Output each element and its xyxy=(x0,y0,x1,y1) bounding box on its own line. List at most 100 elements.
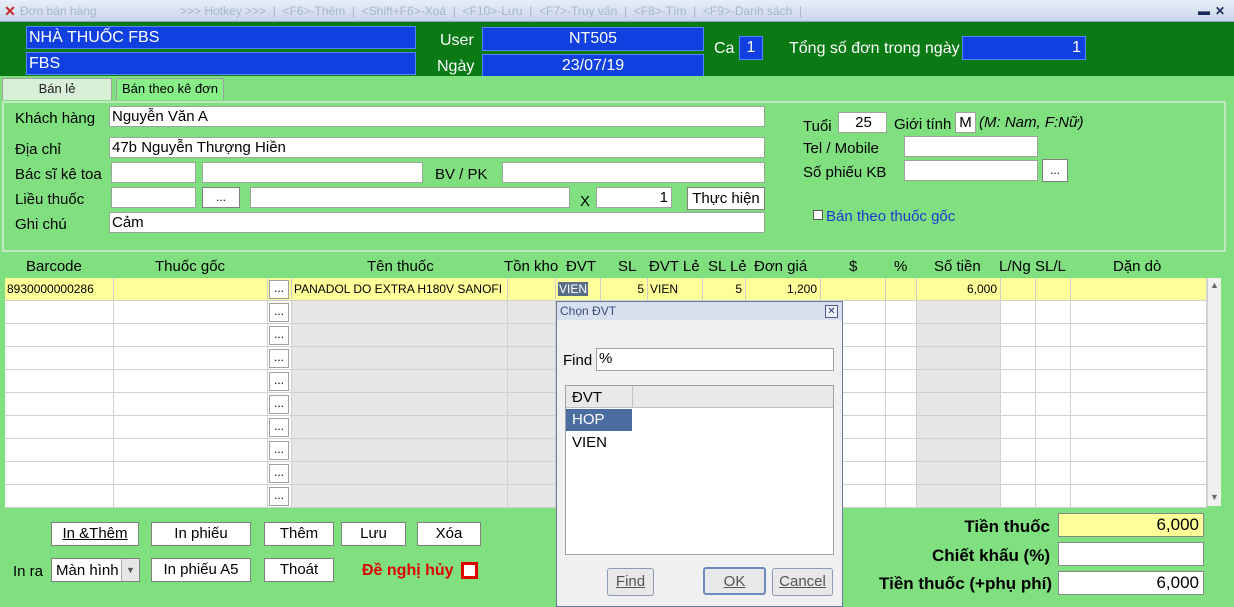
row-lookup-button[interactable]: ... xyxy=(269,280,289,299)
cell-retail-qty[interactable]: 5 xyxy=(703,278,746,300)
cell-dots[interactable]: ... xyxy=(268,347,292,369)
cell-dose-day[interactable] xyxy=(1001,324,1036,346)
cell-qty-per-dose[interactable] xyxy=(1036,347,1071,369)
cell-qty-per-dose[interactable] xyxy=(1036,278,1071,300)
cell-instructions[interactable] xyxy=(1071,301,1207,323)
cell-generic[interactable] xyxy=(114,324,268,346)
cell-drug-name[interactable] xyxy=(292,439,508,461)
cell-stock[interactable] xyxy=(508,370,556,392)
cell-instructions[interactable] xyxy=(1071,324,1207,346)
original-drug-checkbox[interactable] xyxy=(813,210,823,220)
cell-qty-per-dose[interactable] xyxy=(1036,416,1071,438)
dosage-lookup-button[interactable]: ... xyxy=(202,187,240,208)
cell-instructions[interactable] xyxy=(1071,393,1207,415)
cell-percent[interactable] xyxy=(886,278,917,300)
execute-button[interactable]: Thực hiện xyxy=(687,187,765,210)
dialog-close-icon[interactable]: ✕ xyxy=(825,305,838,318)
cell-generic[interactable] xyxy=(114,301,268,323)
age-field[interactable]: 25 xyxy=(838,112,887,133)
find-button[interactable]: Find xyxy=(607,568,654,596)
delete-button[interactable]: Xóa xyxy=(417,522,481,546)
exit-button[interactable]: Thoát xyxy=(264,558,334,582)
cell-generic[interactable] xyxy=(114,485,268,507)
row-lookup-button[interactable]: ... xyxy=(269,372,289,391)
cell-instructions[interactable] xyxy=(1071,439,1207,461)
exam-lookup-button[interactable]: ... xyxy=(1042,159,1068,182)
cell-dose-day[interactable] xyxy=(1001,301,1036,323)
cell-dollar[interactable] xyxy=(821,278,886,300)
cell-barcode[interactable] xyxy=(5,416,114,438)
cell-drug-name[interactable] xyxy=(292,301,508,323)
cell-dots[interactable]: ... xyxy=(268,324,292,346)
cell-qty-per-dose[interactable] xyxy=(1036,393,1071,415)
cell-stock[interactable] xyxy=(508,393,556,415)
customer-field[interactable]: Nguyễn Văn A xyxy=(109,106,765,127)
cell-price[interactable]: 1,200 xyxy=(746,278,821,300)
unit-option-vien[interactable]: VIEN xyxy=(566,432,632,454)
cell-percent[interactable] xyxy=(886,324,917,346)
cell-drug-name[interactable] xyxy=(292,347,508,369)
doctor-code-field[interactable] xyxy=(111,162,196,183)
cell-percent[interactable] xyxy=(886,485,917,507)
cell-dots[interactable]: ... xyxy=(268,485,292,507)
cell-instructions[interactable] xyxy=(1071,347,1207,369)
print-slip-button[interactable]: In phiếu xyxy=(151,522,251,546)
cell-dots[interactable]: ... xyxy=(268,370,292,392)
scroll-up-icon[interactable]: ▲ xyxy=(1210,280,1219,290)
cell-amount[interactable] xyxy=(917,485,1001,507)
cell-barcode[interactable] xyxy=(5,301,114,323)
cell-dose-day[interactable] xyxy=(1001,485,1036,507)
cell-dose-day[interactable] xyxy=(1001,439,1036,461)
cell-barcode[interactable] xyxy=(5,393,114,415)
cell-amount[interactable] xyxy=(917,370,1001,392)
cell-percent[interactable] xyxy=(886,301,917,323)
row-lookup-button[interactable]: ... xyxy=(269,349,289,368)
cell-stock[interactable] xyxy=(508,416,556,438)
cell-qty-per-dose[interactable] xyxy=(1036,324,1071,346)
unit-option-hop[interactable]: HOP xyxy=(566,409,632,431)
cell-barcode[interactable] xyxy=(5,462,114,484)
cancel-button[interactable]: Cancel xyxy=(772,568,833,596)
cell-dose-day[interactable] xyxy=(1001,393,1036,415)
cell-barcode[interactable]: 8930000000286 xyxy=(5,278,114,300)
output-select[interactable]: Màn hình ▼ xyxy=(51,558,140,582)
cell-dots[interactable]: ... xyxy=(268,462,292,484)
row-lookup-button[interactable]: ... xyxy=(269,487,289,506)
phone-field[interactable] xyxy=(904,136,1038,157)
cell-amount[interactable] xyxy=(917,416,1001,438)
cell-qty[interactable]: 5 xyxy=(601,278,648,300)
row-lookup-button[interactable]: ... xyxy=(269,326,289,345)
find-input[interactable]: % xyxy=(596,348,834,371)
cancel-request-checkbox[interactable] xyxy=(461,562,478,579)
cell-percent[interactable] xyxy=(886,439,917,461)
cell-drug-name[interactable] xyxy=(292,393,508,415)
ok-button[interactable]: OK xyxy=(703,567,766,595)
cell-percent[interactable] xyxy=(886,370,917,392)
print-add-button[interactable]: In &Thêm xyxy=(51,522,139,546)
cell-instructions[interactable] xyxy=(1071,370,1207,392)
row-lookup-button[interactable]: ... xyxy=(269,464,289,483)
row-lookup-button[interactable]: ... xyxy=(269,441,289,460)
cell-barcode[interactable] xyxy=(5,347,114,369)
cell-dose-day[interactable] xyxy=(1001,416,1036,438)
scroll-down-icon[interactable]: ▼ xyxy=(1210,492,1219,502)
cell-instructions[interactable] xyxy=(1071,416,1207,438)
cell-dots[interactable]: ... xyxy=(268,416,292,438)
multiplier-field[interactable]: 1 xyxy=(596,187,672,208)
cell-barcode[interactable] xyxy=(5,370,114,392)
cell-qty-per-dose[interactable] xyxy=(1036,301,1071,323)
cell-dots[interactable]: ... xyxy=(268,278,292,300)
cell-dots[interactable]: ... xyxy=(268,439,292,461)
cell-generic[interactable] xyxy=(114,347,268,369)
row-lookup-button[interactable]: ... xyxy=(269,303,289,322)
note-field[interactable]: Cảm xyxy=(109,212,765,233)
table-row-selected[interactable]: 8930000000286... PANADOL DO EXTRA H180V S… xyxy=(5,278,1207,301)
discount-field[interactable] xyxy=(1058,542,1204,566)
tab-prescription[interactable]: Bán theo kê đơn xyxy=(116,78,224,100)
cell-stock[interactable] xyxy=(508,301,556,323)
cell-qty-per-dose[interactable] xyxy=(1036,439,1071,461)
grid-scrollbar[interactable]: ▲ ▼ xyxy=(1207,278,1221,506)
cell-stock[interactable] xyxy=(508,347,556,369)
row-lookup-button[interactable]: ... xyxy=(269,395,289,414)
cell-drug-name[interactable] xyxy=(292,324,508,346)
